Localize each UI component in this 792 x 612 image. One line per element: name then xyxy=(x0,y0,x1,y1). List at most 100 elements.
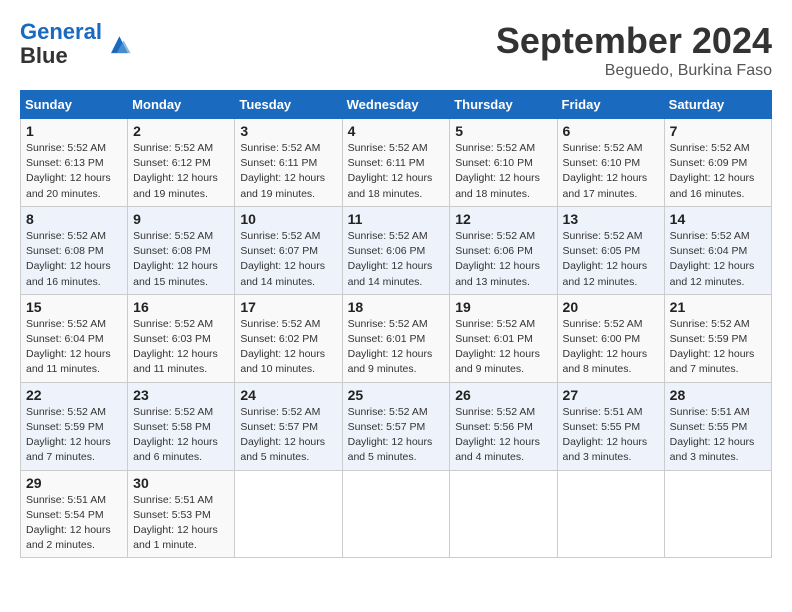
calendar-cell: 8 Sunrise: 5:52 AM Sunset: 6:08 PM Daylig… xyxy=(21,206,128,294)
day-number: 18 xyxy=(348,299,445,315)
logo-text: GeneralBlue xyxy=(20,20,102,68)
day-number: 19 xyxy=(455,299,551,315)
day-number: 6 xyxy=(563,123,659,139)
day-info: Sunrise: 5:52 AM Sunset: 6:02 PM Dayligh… xyxy=(240,317,336,378)
day-number: 1 xyxy=(26,123,122,139)
day-number: 15 xyxy=(26,299,122,315)
day-info: Sunrise: 5:52 AM Sunset: 6:04 PM Dayligh… xyxy=(26,317,122,378)
day-number: 7 xyxy=(670,123,766,139)
day-number: 26 xyxy=(455,387,551,403)
week-row-5: 29 Sunrise: 5:51 AM Sunset: 5:54 PM Dayli… xyxy=(21,470,772,558)
day-info: Sunrise: 5:51 AM Sunset: 5:53 PM Dayligh… xyxy=(133,493,229,554)
day-info: Sunrise: 5:52 AM Sunset: 5:57 PM Dayligh… xyxy=(240,405,336,466)
calendar-cell xyxy=(557,470,664,558)
day-number: 20 xyxy=(563,299,659,315)
day-number: 10 xyxy=(240,211,336,227)
calendar-cell: 17 Sunrise: 5:52 AM Sunset: 6:02 PM Dayli… xyxy=(235,294,342,382)
calendar-cell: 10Sunrise: 5:52 AM Sunset: 6:07 PM Dayli… xyxy=(235,206,342,294)
calendar-cell: 22 Sunrise: 5:52 AM Sunset: 5:59 PM Dayli… xyxy=(21,382,128,470)
calendar-cell: 9 Sunrise: 5:52 AM Sunset: 6:08 PM Daylig… xyxy=(128,206,235,294)
week-row-2: 8 Sunrise: 5:52 AM Sunset: 6:08 PM Daylig… xyxy=(21,206,772,294)
weekday-sunday: Sunday xyxy=(21,91,128,119)
calendar-cell: 16Sunrise: 5:52 AM Sunset: 6:03 PM Dayli… xyxy=(128,294,235,382)
calendar-cell: 30 Sunrise: 5:51 AM Sunset: 5:53 PM Dayli… xyxy=(128,470,235,558)
day-info: Sunrise: 5:52 AM Sunset: 5:57 PM Dayligh… xyxy=(348,405,445,466)
calendar-cell: 26 Sunrise: 5:52 AM Sunset: 5:56 PM Dayli… xyxy=(450,382,557,470)
day-info: Sunrise: 5:52 AM Sunset: 6:01 PM Dayligh… xyxy=(455,317,551,378)
day-number: 24 xyxy=(240,387,336,403)
day-info: Sunrise: 5:52 AM Sunset: 5:56 PM Dayligh… xyxy=(455,405,551,466)
day-number: 21 xyxy=(670,299,766,315)
day-info: Sunrise: 5:52 AM Sunset: 6:10 PM Dayligh… xyxy=(455,141,551,202)
calendar-cell xyxy=(235,470,342,558)
week-row-3: 15 Sunrise: 5:52 AM Sunset: 6:04 PM Dayli… xyxy=(21,294,772,382)
title-block: September 2024 Beguedo, Burkina Faso xyxy=(496,20,772,80)
calendar-cell: 12 Sunrise: 5:52 AM Sunset: 6:06 PM Dayli… xyxy=(450,206,557,294)
calendar-cell: 29 Sunrise: 5:51 AM Sunset: 5:54 PM Dayli… xyxy=(21,470,128,558)
week-row-1: 1 Sunrise: 5:52 AM Sunset: 6:13 PM Daylig… xyxy=(21,119,772,207)
weekday-thursday: Thursday xyxy=(450,91,557,119)
day-info: Sunrise: 5:51 AM Sunset: 5:55 PM Dayligh… xyxy=(563,405,659,466)
day-number: 25 xyxy=(348,387,445,403)
day-number: 13 xyxy=(563,211,659,227)
weekday-wednesday: Wednesday xyxy=(342,91,450,119)
day-info: Sunrise: 5:52 AM Sunset: 5:58 PM Dayligh… xyxy=(133,405,229,466)
day-info: Sunrise: 5:51 AM Sunset: 5:54 PM Dayligh… xyxy=(26,493,122,554)
day-number: 5 xyxy=(455,123,551,139)
location-title: Beguedo, Burkina Faso xyxy=(496,62,772,80)
calendar-cell: 21Sunrise: 5:52 AM Sunset: 5:59 PM Dayli… xyxy=(664,294,771,382)
day-number: 29 xyxy=(26,475,122,491)
day-number: 12 xyxy=(455,211,551,227)
day-info: Sunrise: 5:52 AM Sunset: 6:08 PM Dayligh… xyxy=(133,229,229,290)
calendar-cell: 19 Sunrise: 5:52 AM Sunset: 6:01 PM Dayli… xyxy=(450,294,557,382)
weekday-friday: Friday xyxy=(557,91,664,119)
calendar-cell: 13Sunrise: 5:52 AM Sunset: 6:05 PM Dayli… xyxy=(557,206,664,294)
page-header: GeneralBlue September 2024 Beguedo, Burk… xyxy=(20,20,772,80)
day-info: Sunrise: 5:52 AM Sunset: 6:12 PM Dayligh… xyxy=(133,141,229,202)
calendar-cell: 27 Sunrise: 5:51 AM Sunset: 5:55 PM Dayli… xyxy=(557,382,664,470)
calendar-cell: 2 Sunrise: 5:52 AM Sunset: 6:12 PM Daylig… xyxy=(128,119,235,207)
calendar-body: 1 Sunrise: 5:52 AM Sunset: 6:13 PM Daylig… xyxy=(21,119,772,558)
calendar-cell: 25 Sunrise: 5:52 AM Sunset: 5:57 PM Dayli… xyxy=(342,382,450,470)
calendar-cell xyxy=(450,470,557,558)
day-info: Sunrise: 5:52 AM Sunset: 6:04 PM Dayligh… xyxy=(670,229,766,290)
month-title: September 2024 xyxy=(496,20,772,62)
calendar-cell: 18Sunrise: 5:52 AM Sunset: 6:01 PM Dayli… xyxy=(342,294,450,382)
day-info: Sunrise: 5:52 AM Sunset: 6:11 PM Dayligh… xyxy=(348,141,445,202)
day-info: Sunrise: 5:52 AM Sunset: 6:00 PM Dayligh… xyxy=(563,317,659,378)
logo-icon xyxy=(104,30,132,58)
day-number: 2 xyxy=(133,123,229,139)
logo: GeneralBlue xyxy=(20,20,132,68)
day-info: Sunrise: 5:52 AM Sunset: 6:11 PM Dayligh… xyxy=(240,141,336,202)
weekday-monday: Monday xyxy=(128,91,235,119)
day-number: 11 xyxy=(348,211,445,227)
calendar-cell: 23 Sunrise: 5:52 AM Sunset: 5:58 PM Dayli… xyxy=(128,382,235,470)
calendar-cell: 15 Sunrise: 5:52 AM Sunset: 6:04 PM Dayli… xyxy=(21,294,128,382)
day-number: 22 xyxy=(26,387,122,403)
day-info: Sunrise: 5:51 AM Sunset: 5:55 PM Dayligh… xyxy=(670,405,766,466)
calendar-cell: 14Sunrise: 5:52 AM Sunset: 6:04 PM Dayli… xyxy=(664,206,771,294)
day-number: 16 xyxy=(133,299,229,315)
day-number: 9 xyxy=(133,211,229,227)
day-number: 23 xyxy=(133,387,229,403)
calendar-cell xyxy=(342,470,450,558)
calendar-cell: 4 Sunrise: 5:52 AM Sunset: 6:11 PM Daylig… xyxy=(342,119,450,207)
day-info: Sunrise: 5:52 AM Sunset: 6:06 PM Dayligh… xyxy=(455,229,551,290)
calendar-table: SundayMondayTuesdayWednesdayThursdayFrid… xyxy=(20,90,772,558)
day-info: Sunrise: 5:52 AM Sunset: 6:13 PM Dayligh… xyxy=(26,141,122,202)
day-number: 30 xyxy=(133,475,229,491)
weekday-header-row: SundayMondayTuesdayWednesdayThursdayFrid… xyxy=(21,91,772,119)
day-number: 4 xyxy=(348,123,445,139)
day-number: 17 xyxy=(240,299,336,315)
calendar-cell: 5 Sunrise: 5:52 AM Sunset: 6:10 PM Daylig… xyxy=(450,119,557,207)
day-info: Sunrise: 5:52 AM Sunset: 5:59 PM Dayligh… xyxy=(26,405,122,466)
day-number: 8 xyxy=(26,211,122,227)
calendar-cell: 11Sunrise: 5:52 AM Sunset: 6:06 PM Dayli… xyxy=(342,206,450,294)
day-number: 27 xyxy=(563,387,659,403)
calendar-cell: 1 Sunrise: 5:52 AM Sunset: 6:13 PM Daylig… xyxy=(21,119,128,207)
calendar-cell: 24 Sunrise: 5:52 AM Sunset: 5:57 PM Dayli… xyxy=(235,382,342,470)
calendar-cell xyxy=(664,470,771,558)
day-info: Sunrise: 5:52 AM Sunset: 6:08 PM Dayligh… xyxy=(26,229,122,290)
calendar-cell: 28Sunrise: 5:51 AM Sunset: 5:55 PM Dayli… xyxy=(664,382,771,470)
day-info: Sunrise: 5:52 AM Sunset: 6:10 PM Dayligh… xyxy=(563,141,659,202)
